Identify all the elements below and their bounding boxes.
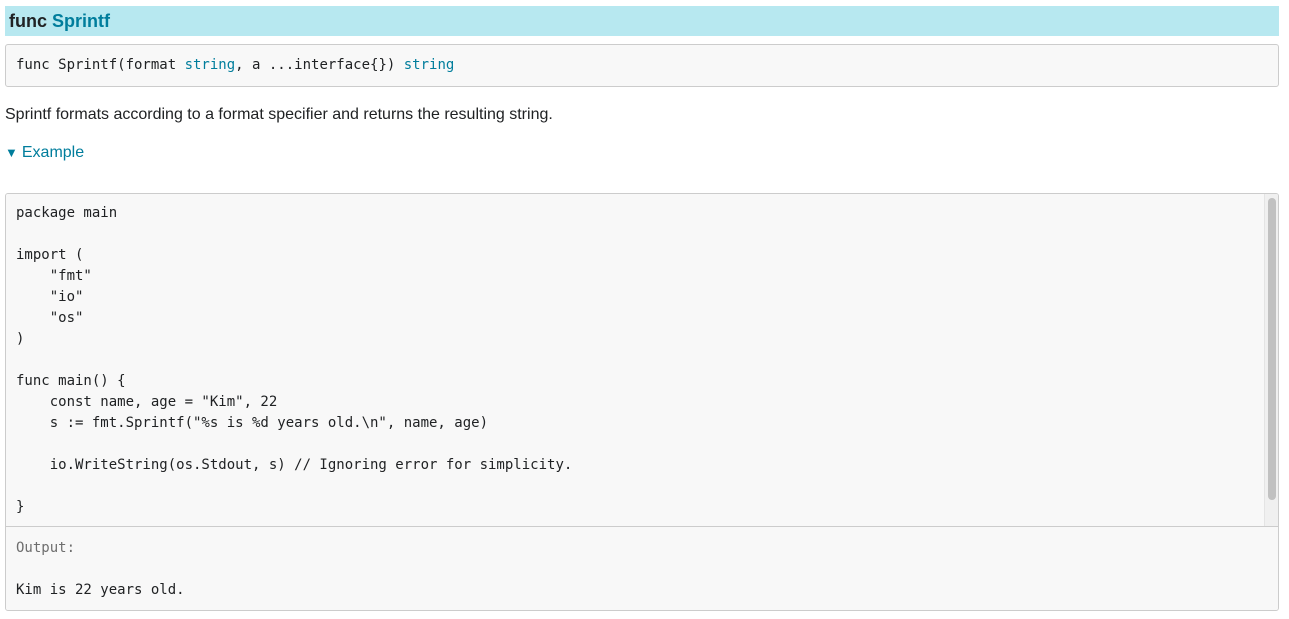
output-label: Output:	[16, 540, 76, 556]
code-line: "io"	[16, 289, 84, 305]
code-line: "os"	[16, 310, 84, 326]
code-line: const name, age = "Kim", 22	[16, 394, 278, 410]
signature-type-link[interactable]: string	[185, 57, 236, 73]
function-description: Sprintf formats according to a format sp…	[5, 106, 553, 123]
example-box: package main import ( "fmt" "io" "os") f…	[5, 193, 1279, 611]
example-toggle-label: Example	[21, 144, 85, 161]
output-text: Kim is 22 years old.	[16, 582, 185, 598]
doc-page: func Sprintf func Sprintf(format string,…	[0, 0, 1289, 619]
function-signature: func Sprintf(format string, a ...interfa…	[5, 44, 1279, 87]
func-keyword: func	[9, 11, 47, 31]
output-panel: Output: Kim is 22 years old.	[6, 528, 1278, 610]
code-line: package main	[16, 205, 118, 221]
code-line: "fmt"	[16, 268, 92, 284]
code-line: )	[16, 331, 25, 347]
signature-text: func Sprintf(format	[16, 57, 185, 73]
signature-text: , a ...interface{})	[235, 57, 404, 73]
code-line: func main() {	[16, 373, 126, 389]
example-toggle[interactable]: ▼ Example	[5, 142, 84, 164]
function-heading: func Sprintf	[5, 6, 1279, 36]
code-line: import (	[16, 247, 84, 263]
triangle-down-icon: ▼	[5, 145, 18, 160]
signature-return-type-link[interactable]: string	[404, 57, 455, 73]
code-editor[interactable]: package main import ( "fmt" "io" "os") f…	[6, 194, 1278, 527]
scrollbar-thumb[interactable]	[1268, 198, 1276, 500]
code-line: }	[16, 499, 25, 515]
code-block: package main import ( "fmt" "io" "os") f…	[16, 203, 572, 518]
code-line: io.WriteString(os.Stdout, s) // Ignoring…	[16, 457, 573, 473]
function-name-link[interactable]: Sprintf	[52, 11, 110, 31]
code-line: s := fmt.Sprintf("%s is %d years old.\n"…	[16, 415, 489, 431]
vertical-scrollbar[interactable]	[1264, 194, 1278, 526]
